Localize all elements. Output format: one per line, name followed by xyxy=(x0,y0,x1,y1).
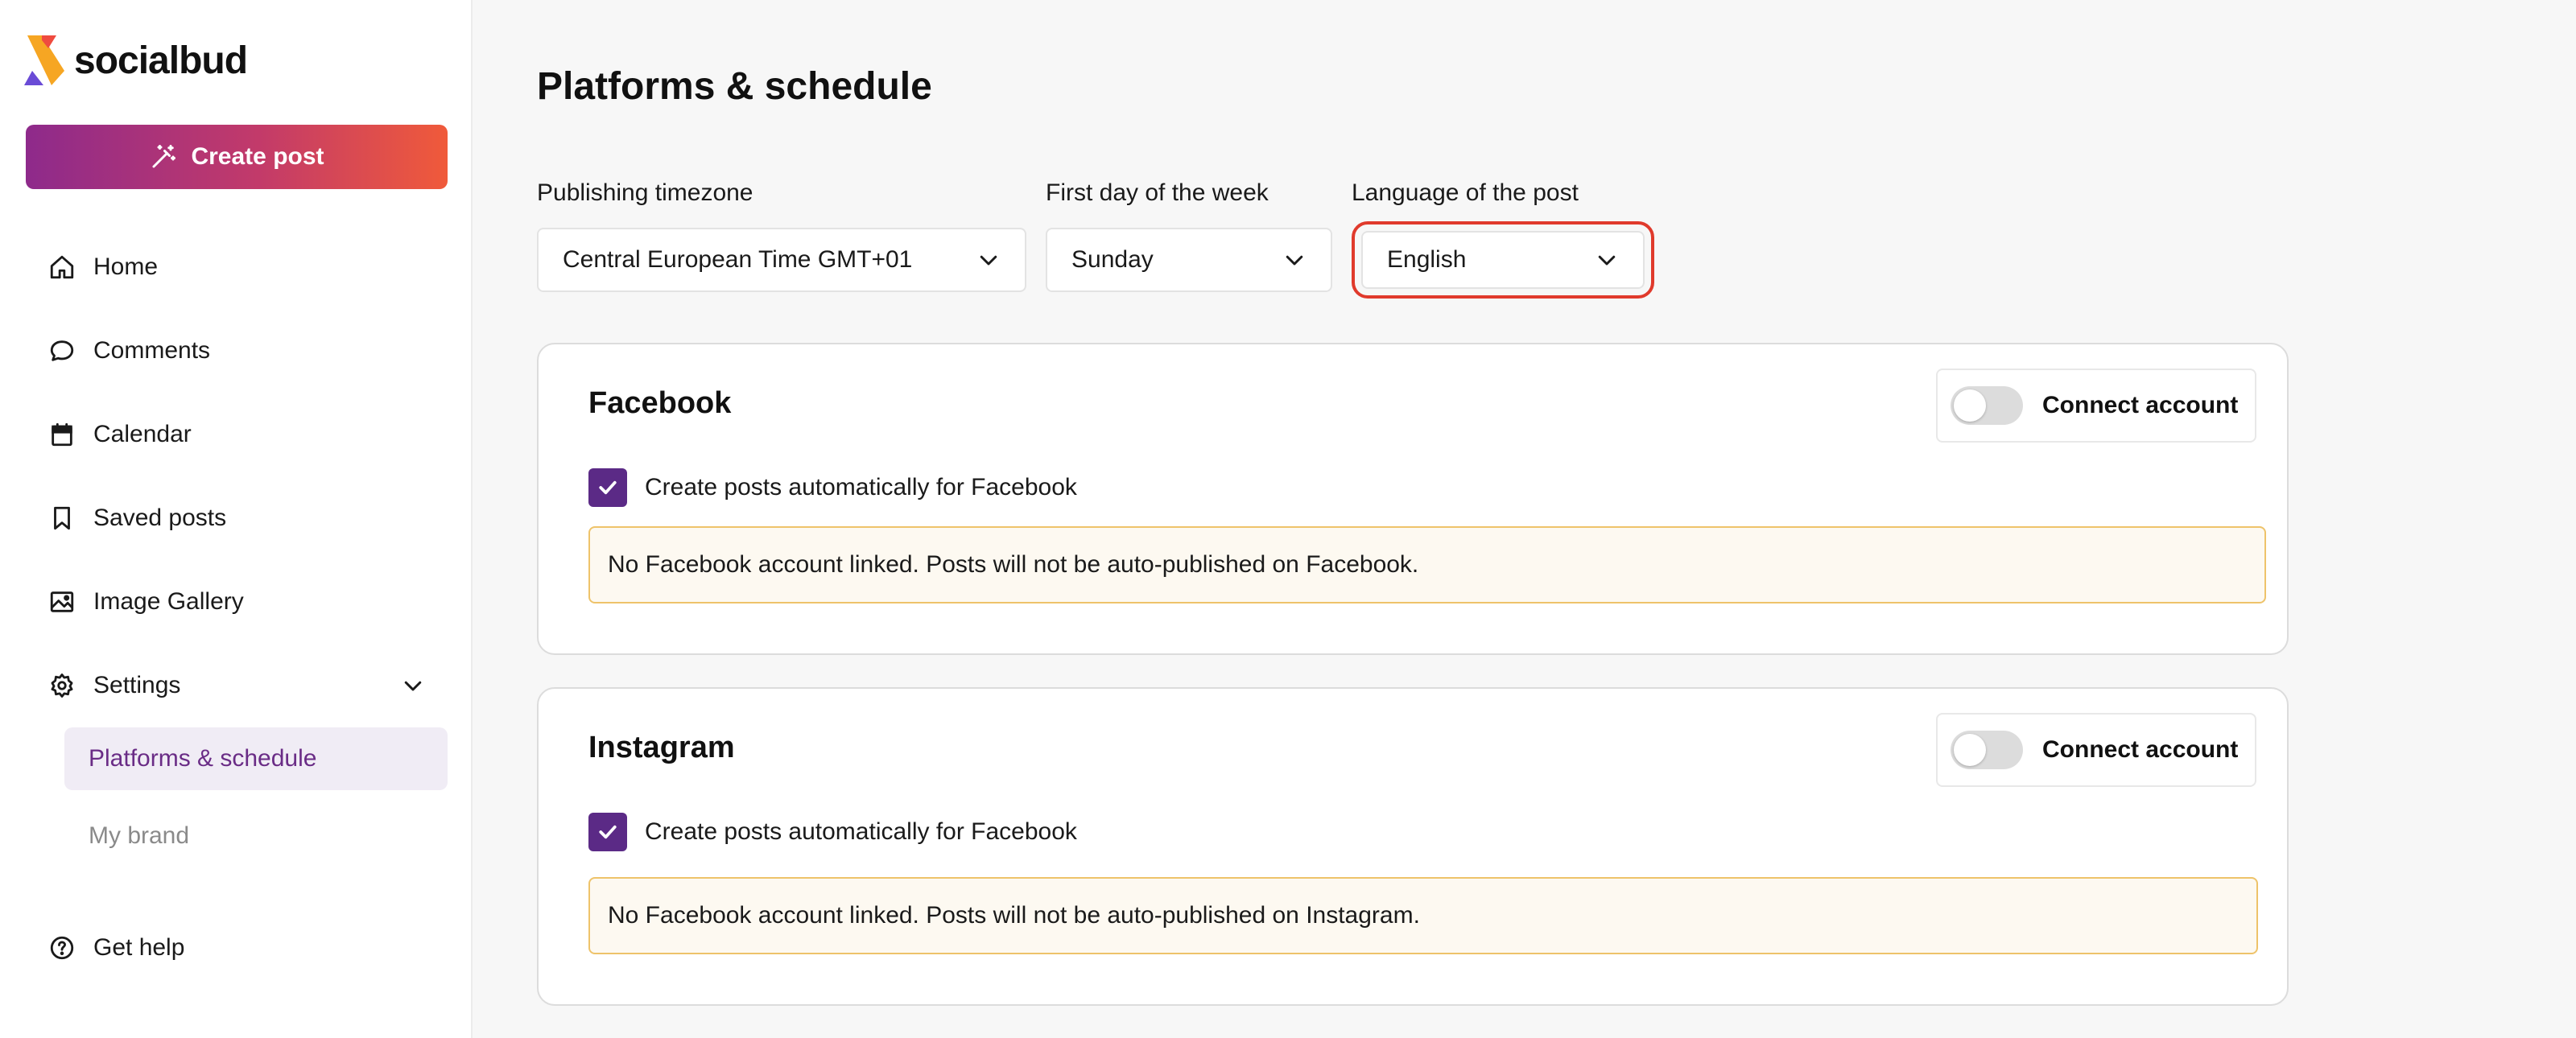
magic-wand-icon xyxy=(152,145,176,168)
auto-create-checkbox-row[interactable]: Create posts automatically for Facebook xyxy=(588,813,1077,851)
auto-create-checkbox-row[interactable]: Create posts automatically for Facebook xyxy=(588,468,1077,507)
auto-create-label: Create posts automatically for Facebook xyxy=(645,474,1077,500)
timezone-select[interactable]: Central European Time GMT+01 xyxy=(537,228,1026,292)
nav-label-comments: Comments xyxy=(93,337,211,364)
nav-item-home[interactable]: Home xyxy=(26,225,448,309)
auto-create-checkbox[interactable] xyxy=(588,813,627,851)
app-window: socialbud Create post Home Comments Cale… xyxy=(0,0,2576,1038)
platform-title: Instagram xyxy=(588,731,735,764)
platform-card-facebook: Facebook Connect account Create posts au… xyxy=(537,343,2289,655)
bookmark-icon xyxy=(54,506,70,530)
platform-card-instagram: Instagram Connect account Create posts a… xyxy=(537,687,2289,1006)
language-value: English xyxy=(1387,246,1467,273)
chevron-down-icon xyxy=(980,255,997,266)
first-day-label: First day of the week xyxy=(1046,179,1269,206)
nav-item-calendar[interactable]: Calendar xyxy=(26,393,448,476)
socialbud-logo-icon xyxy=(24,35,64,85)
connect-account-label: Connect account xyxy=(2042,392,2239,418)
warning-banner: No Facebook account linked. Posts will n… xyxy=(588,877,2258,954)
timezone-value: Central European Time GMT+01 xyxy=(563,246,913,273)
calendar-icon xyxy=(52,422,72,447)
connect-account-toggle[interactable]: Connect account xyxy=(1936,713,2256,787)
chevron-down-icon xyxy=(1598,255,1616,266)
nav-item-saved-posts[interactable]: Saved posts xyxy=(26,476,448,560)
page-title: Platforms & schedule xyxy=(537,65,932,108)
nav-label-saved-posts: Saved posts xyxy=(93,505,227,531)
main-nav: Home Comments Calendar Saved posts Image… xyxy=(26,225,448,882)
create-post-button[interactable]: Create post xyxy=(26,125,448,189)
nav-label-image-gallery: Image Gallery xyxy=(93,588,244,615)
nav-label-calendar: Calendar xyxy=(93,421,192,447)
nav-item-image-gallery[interactable]: Image Gallery xyxy=(26,560,448,644)
help-circle-icon xyxy=(50,936,74,960)
connect-account-label: Connect account xyxy=(2042,736,2239,763)
first-day-value: Sunday xyxy=(1071,246,1154,273)
checkmark-icon xyxy=(599,480,617,495)
chevron-down-icon xyxy=(1286,255,1303,266)
nav-label-get-help: Get help xyxy=(93,934,185,961)
warning-banner: No Facebook account linked. Posts will n… xyxy=(588,526,2266,603)
nav-item-get-help[interactable]: Get help xyxy=(26,906,448,990)
timezone-label: Publishing timezone xyxy=(537,179,753,206)
language-select[interactable]: English xyxy=(1352,221,1654,299)
brand-logo[interactable]: socialbud xyxy=(24,35,248,85)
main-content: Platforms & schedule Publishing timezone… xyxy=(473,0,2576,1038)
connect-account-toggle[interactable]: Connect account xyxy=(1936,369,2256,443)
nav-label-settings: Settings xyxy=(93,672,181,698)
comment-icon xyxy=(50,340,74,361)
platform-title: Facebook xyxy=(588,386,732,420)
gear-icon xyxy=(51,673,73,698)
checkmark-icon xyxy=(599,825,617,839)
home-icon xyxy=(50,255,74,279)
brand-name: socialbud xyxy=(74,39,248,82)
create-post-label: Create post xyxy=(191,143,324,170)
nav-item-comments[interactable]: Comments xyxy=(26,309,448,393)
first-day-select[interactable]: Sunday xyxy=(1046,228,1332,292)
settings-subnav: Platforms & schedule My brand xyxy=(64,727,448,867)
language-label: Language of the post xyxy=(1352,179,1579,206)
auto-create-checkbox[interactable] xyxy=(588,468,627,507)
image-icon xyxy=(50,591,74,612)
toggle-switch[interactable] xyxy=(1951,386,2023,425)
sidebar: socialbud Create post Home Comments Cale… xyxy=(0,0,473,1038)
subnav-item-platforms-schedule[interactable]: Platforms & schedule xyxy=(64,727,448,790)
nav-item-settings[interactable]: Settings xyxy=(26,644,448,727)
auto-create-label: Create posts automatically for Facebook xyxy=(645,818,1077,845)
toggle-switch[interactable] xyxy=(1951,731,2023,769)
subnav-item-my-brand[interactable]: My brand xyxy=(64,805,448,867)
nav-label-home: Home xyxy=(93,253,159,280)
help-section: Get help xyxy=(26,906,448,990)
chevron-down-icon xyxy=(404,681,422,691)
